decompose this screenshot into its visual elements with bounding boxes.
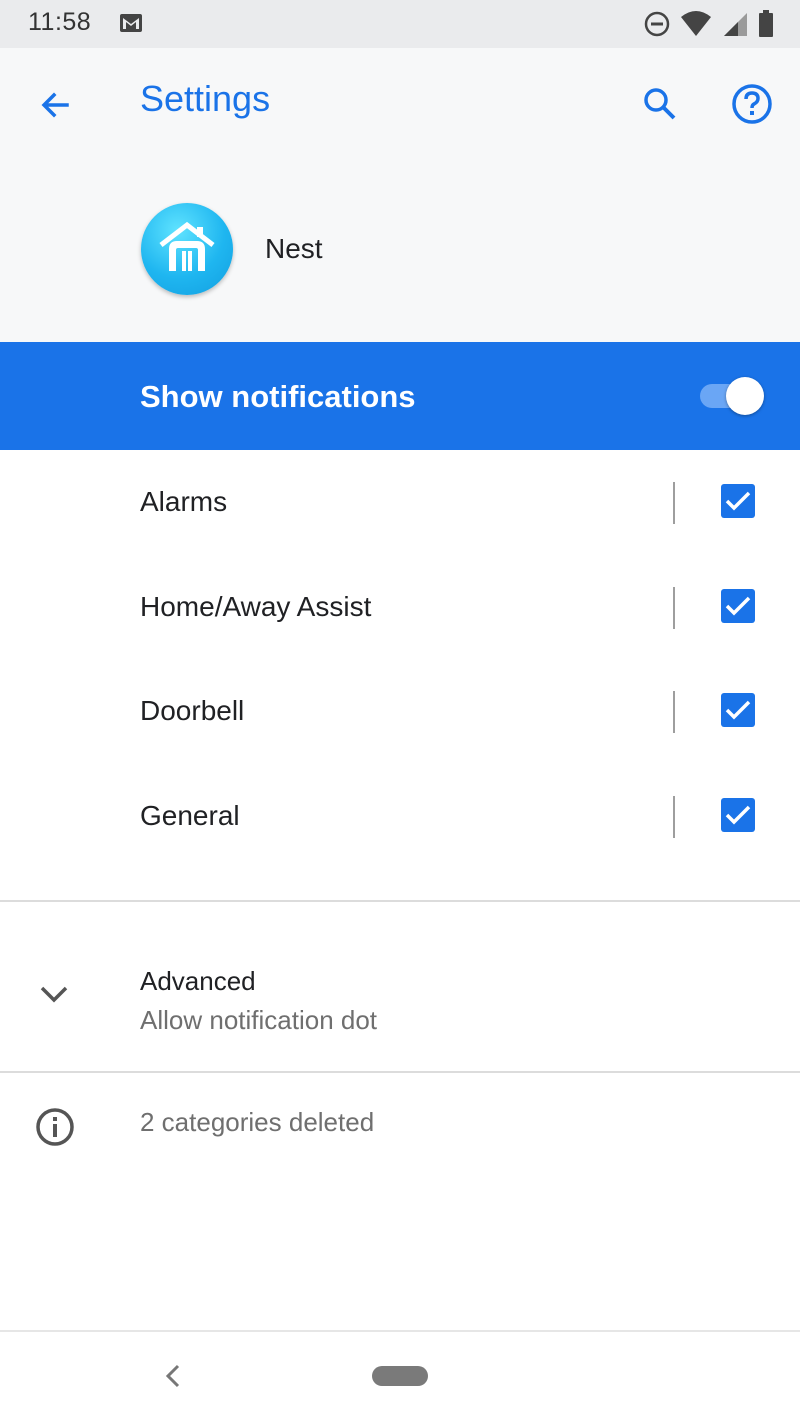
search-button[interactable] bbox=[634, 78, 686, 130]
page-title: Settings bbox=[140, 78, 271, 119]
status-bar: 11:58 bbox=[0, 0, 800, 48]
signal-icon bbox=[722, 11, 748, 42]
category-list: Alarms Home/Away Assist Doorbell General bbox=[0, 450, 800, 868]
advanced-row[interactable]: Advanced Allow notification dot bbox=[0, 902, 800, 1072]
show-notifications-toggle[interactable] bbox=[700, 377, 764, 415]
category-checkbox-alarms[interactable] bbox=[721, 484, 755, 518]
help-icon bbox=[732, 84, 772, 124]
category-label: General bbox=[140, 799, 240, 831]
check-icon bbox=[725, 596, 751, 615]
category-label: Home/Away Assist bbox=[140, 590, 372, 622]
category-divider bbox=[673, 691, 675, 733]
nav-home-pill[interactable] bbox=[372, 1366, 428, 1386]
app-name: Nest bbox=[265, 233, 323, 264]
category-label: Doorbell bbox=[140, 695, 245, 727]
check-icon bbox=[725, 491, 751, 511]
search-icon bbox=[644, 88, 676, 120]
category-row-home-away-assist[interactable]: Home/Away Assist bbox=[0, 555, 800, 660]
category-divider bbox=[673, 482, 675, 524]
category-divider bbox=[673, 586, 675, 629]
advanced-subtitle: Allow notification dot bbox=[140, 1005, 378, 1035]
info-icon bbox=[34, 1106, 76, 1153]
category-row-doorbell[interactable]: Doorbell bbox=[0, 659, 800, 764]
chevron-left-icon bbox=[165, 1364, 180, 1388]
chevron-down-icon bbox=[36, 984, 72, 1011]
category-checkbox-home-away-assist[interactable] bbox=[721, 588, 755, 623]
status-time: 11:58 bbox=[28, 8, 92, 36]
back-button[interactable] bbox=[30, 80, 80, 130]
show-notifications-row[interactable]: Show notifications bbox=[0, 342, 800, 450]
show-notifications-label: Show notifications bbox=[140, 379, 416, 414]
app-header: Settings Nest bbox=[0, 48, 800, 342]
check-icon bbox=[725, 805, 751, 824]
category-checkbox-general[interactable] bbox=[721, 797, 755, 832]
help-button[interactable] bbox=[726, 78, 778, 130]
battery-icon bbox=[758, 10, 774, 43]
status-icons bbox=[644, 10, 774, 43]
toggle-thumb bbox=[726, 377, 764, 415]
advanced-title: Advanced bbox=[140, 966, 256, 996]
category-label: Alarms bbox=[140, 486, 228, 518]
nav-back-button[interactable] bbox=[160, 1362, 186, 1395]
gmail-icon bbox=[119, 13, 143, 38]
wifi-icon bbox=[680, 11, 712, 42]
arrow-left-icon bbox=[41, 92, 69, 118]
nest-home-icon bbox=[159, 221, 215, 271]
category-checkbox-doorbell[interactable] bbox=[721, 693, 755, 727]
category-row-alarms[interactable]: Alarms bbox=[0, 450, 800, 555]
do-not-disturb-icon bbox=[644, 11, 670, 42]
info-text: 2 categories deleted bbox=[140, 1107, 375, 1137]
system-nav-bar bbox=[0, 1330, 800, 1424]
category-divider bbox=[673, 795, 675, 838]
check-icon bbox=[725, 700, 751, 720]
deleted-categories-info: 2 categories deleted bbox=[0, 1073, 800, 1173]
nest-app-icon bbox=[141, 203, 233, 295]
category-row-general[interactable]: General bbox=[0, 764, 800, 869]
